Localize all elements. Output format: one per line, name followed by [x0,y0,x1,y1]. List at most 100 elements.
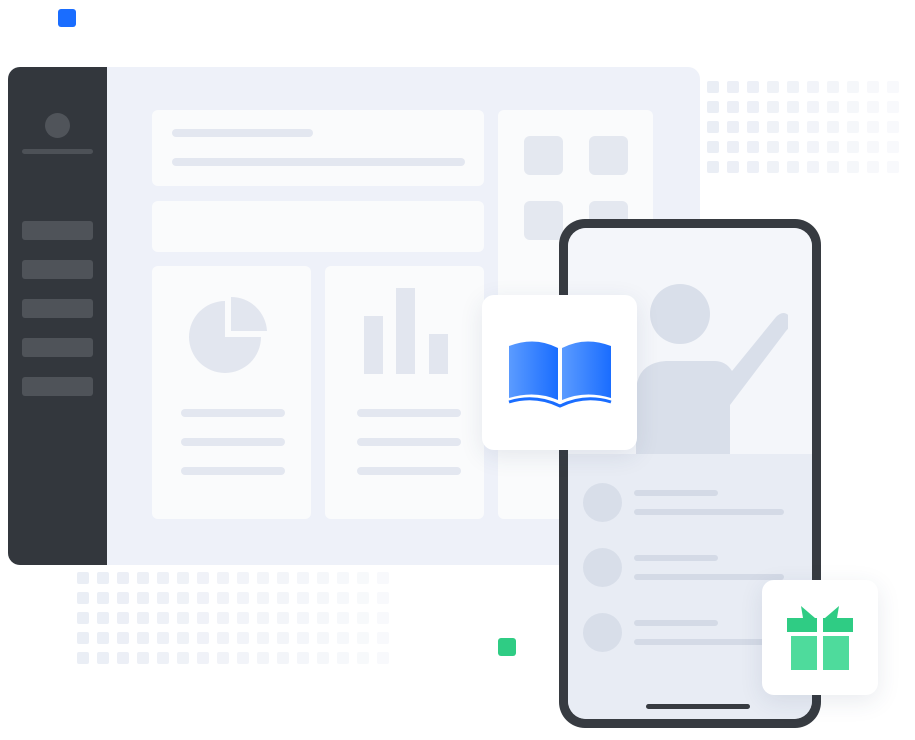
grid-dot [237,652,249,664]
grid-dot [317,612,329,624]
grid-dot [77,612,89,624]
grid-dot [787,101,799,113]
grid-dot [867,81,879,93]
grid-dot [277,592,289,604]
grid-dot [827,101,839,113]
grid-dot [787,121,799,133]
grid-dot [217,612,229,624]
grid-dot [117,592,129,604]
grid-dot [767,121,779,133]
grid-dot [867,101,879,113]
grid-dot [357,592,369,604]
list-item-title [634,620,718,626]
grid-dot [197,592,209,604]
grid-dot [277,652,289,664]
grid-dot [217,632,229,644]
sidebar-item [22,221,93,240]
grid-dot [197,632,209,644]
grid-dot [97,612,109,624]
grid-dot [847,121,859,133]
grid-dot [747,101,759,113]
grid-dot [157,632,169,644]
text-placeholder [181,467,285,475]
grid-dot [157,592,169,604]
grid-dot [787,141,799,153]
grid-dot [707,141,719,153]
grid-dot [357,652,369,664]
dot-grid-top-right [707,81,899,173]
sidebar-item [22,338,93,357]
grid-dot [77,632,89,644]
grid-dot [807,161,819,173]
bar-chart-icon [364,288,448,374]
grid-dot [787,161,799,173]
grid-dot [707,121,719,133]
grid-dot [137,652,149,664]
grid-dot [257,652,269,664]
grid-dot [177,612,189,624]
grid-dot [827,121,839,133]
grid-dot [807,121,819,133]
grid-dot [297,592,309,604]
grid-dot [767,101,779,113]
list-item-subtitle [634,509,784,515]
sidebar-item [22,299,93,318]
grid-dot [847,141,859,153]
grid-dot [377,612,389,624]
grid-dot [237,612,249,624]
grid-dot [97,652,109,664]
text-placeholder [181,438,285,446]
grid-dot [137,632,149,644]
grid-dot [337,592,349,604]
sidebar [8,67,107,565]
grid-dot [707,161,719,173]
grid-dot [277,612,289,624]
sidebar-item [22,260,93,279]
grid-dot [77,592,89,604]
grid-dot [277,632,289,644]
grid-dot [137,572,149,584]
grid-dot [257,612,269,624]
grid-dot [827,141,839,153]
grid-dot [297,612,309,624]
home-indicator [646,704,750,709]
grid-dot [887,101,899,113]
pie-chart-card [152,266,311,519]
gift-icon [787,606,853,670]
list-item-title [634,555,718,561]
grid-dot [117,652,129,664]
grid-dot [847,81,859,93]
grid-dot [237,632,249,644]
grid-dot [117,572,129,584]
grid-dot [867,121,879,133]
list-item-title [634,490,718,496]
grid-dot [317,572,329,584]
grid-dot [887,121,899,133]
grid-dot [337,652,349,664]
grid-dot [277,572,289,584]
person-pointing-icon [636,284,788,454]
grid-dot [767,141,779,153]
grid-dot [177,572,189,584]
grid-dot [297,572,309,584]
grid-dot [97,632,109,644]
grid-dot [337,612,349,624]
grid-dot [197,572,209,584]
grid-dot [317,592,329,604]
dot-grid-bottom-left [77,572,389,664]
grid-dot [767,81,779,93]
grid-dot [867,141,879,153]
grid-dot [377,652,389,664]
list-item-subtitle [634,574,784,580]
grid-dot [867,161,879,173]
grid-dot [727,101,739,113]
text-placeholder [357,438,461,446]
list-item-avatar [583,613,622,652]
text-placeholder [181,409,285,417]
app-tile [524,201,563,240]
bar-chart-card [325,266,484,519]
grid-dot [257,572,269,584]
text-placeholder [357,409,461,417]
grid-dot [117,632,129,644]
grid-dot [747,81,759,93]
